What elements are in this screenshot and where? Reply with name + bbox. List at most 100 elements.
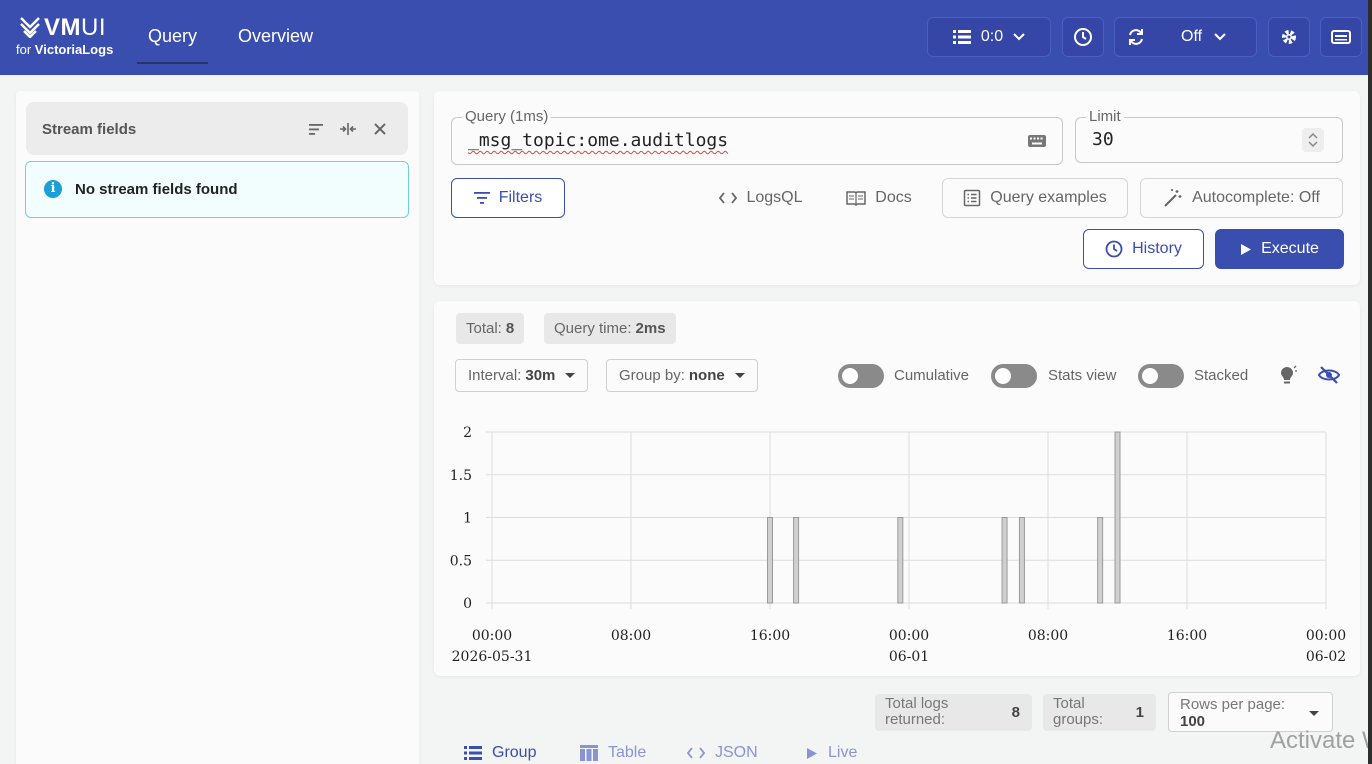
rows-per-page-select[interactable]: Rows per page: 100 xyxy=(1168,692,1333,732)
list-icon xyxy=(464,746,482,760)
tab-json[interactable]: JSON xyxy=(687,744,758,762)
hits-chart-panel: Total: 8 Query time: 2ms Interval: 30m G… xyxy=(434,301,1360,676)
y-tick-label: 0.5 xyxy=(450,553,472,569)
query-field[interactable]: Query (1ms) _msg_topic:ome.auditlogs xyxy=(451,108,1063,165)
filters-button[interactable]: Filters xyxy=(451,178,565,218)
info-alert: i No stream fields found xyxy=(25,161,409,218)
total-groups-box: Total groups: 1 xyxy=(1043,694,1156,731)
refresh-value: Off xyxy=(1181,28,1203,45)
chevron-down-icon xyxy=(1013,33,1025,41)
keyboard-icon[interactable] xyxy=(1028,134,1046,153)
execute-button[interactable]: Execute xyxy=(1215,229,1344,269)
hits-bar-chart: 21.510.5000:002026-05-3108:00 16:00 00:000… xyxy=(450,425,1346,665)
stream-fields-title: Stream fields xyxy=(42,121,137,138)
play-icon xyxy=(1241,243,1252,255)
list-icon xyxy=(952,30,971,44)
docs-link[interactable]: Docs xyxy=(834,178,924,218)
chart-bar xyxy=(767,517,773,604)
execute-label: Execute xyxy=(1261,240,1319,257)
tab-group[interactable]: Group xyxy=(464,744,536,762)
tab-table-label: Table xyxy=(608,744,647,761)
chart-bar xyxy=(1114,431,1121,604)
vmui-logo[interactable]: VMUI for VictoriaLogs xyxy=(16,14,126,62)
settings-button[interactable] xyxy=(1268,17,1310,57)
x-tick-label: 16:00 xyxy=(750,628,790,644)
total-logs-label: Total logs returned: xyxy=(885,695,949,728)
query-examples-label: Query examples xyxy=(990,189,1107,206)
chart-bar xyxy=(897,517,904,604)
query-input[interactable]: _msg_topic:ome.auditlogs xyxy=(468,130,728,151)
tab-overview[interactable]: Overview xyxy=(238,26,313,47)
limit-stepper[interactable] xyxy=(1302,128,1324,152)
caret-down-icon xyxy=(1309,711,1319,716)
page-scrollbar[interactable] xyxy=(1368,0,1372,764)
chevron-down-icon xyxy=(1214,33,1226,41)
time-range-button[interactable] xyxy=(1062,17,1104,57)
list-box-icon xyxy=(964,189,981,207)
query-examples-button[interactable]: Query examples xyxy=(942,178,1128,218)
collapse-icon[interactable] xyxy=(339,120,357,138)
clock-icon xyxy=(1074,28,1092,46)
logsql-label: LogsQL xyxy=(746,189,803,206)
stream-fields-header: Stream fields xyxy=(26,102,408,155)
y-tick-label: 1 xyxy=(463,511,472,527)
code-icon xyxy=(719,192,738,204)
docs-label: Docs xyxy=(875,189,912,206)
chart-bar xyxy=(1001,517,1008,604)
logo-text: VMUI xyxy=(44,14,106,41)
y-tick-label: 1.5 xyxy=(450,468,472,484)
top-header: VMUI for VictoriaLogs Query Overview 0:0… xyxy=(0,0,1372,75)
logsql-link[interactable]: LogsQL xyxy=(706,178,816,218)
x-tick-label: 16:00 xyxy=(1167,628,1207,644)
auto-refresh-select[interactable]: Off xyxy=(1114,17,1257,57)
limit-field[interactable]: Limit 30 xyxy=(1075,108,1343,163)
limit-label: Limit xyxy=(1086,108,1124,125)
refresh-icon xyxy=(1129,29,1143,45)
tab-json-label: JSON xyxy=(715,744,758,761)
info-message: No stream fields found xyxy=(75,181,238,198)
clock-icon xyxy=(1105,240,1123,258)
play-icon xyxy=(807,747,817,759)
table-icon xyxy=(580,745,598,761)
book-icon xyxy=(846,191,867,206)
logo-subtitle: for VictoriaLogs xyxy=(16,42,114,57)
query-label: Query (1ms) xyxy=(462,108,552,125)
history-button[interactable]: History xyxy=(1083,229,1204,269)
tab-table[interactable]: Table xyxy=(580,744,646,762)
x-date-label: 2026-05-31 xyxy=(452,649,533,665)
magic-wand-icon xyxy=(1164,189,1182,207)
activate-windows-watermark: Activate W xyxy=(1270,727,1372,754)
limit-input[interactable]: 30 xyxy=(1092,129,1114,150)
autocomplete-label: Autocomplete: Off xyxy=(1192,189,1320,206)
rows-per-page-label: Rows per page: xyxy=(1180,696,1286,713)
total-groups-value: 1 xyxy=(1135,704,1144,721)
x-tick-label: 08:00 xyxy=(611,628,651,644)
stream-fields-panel: Stream fields i No stream fields found xyxy=(16,91,419,764)
x-tick-label: 00:00 xyxy=(472,628,512,644)
info-icon: i xyxy=(44,180,62,198)
autocomplete-toggle[interactable]: Autocomplete: Off xyxy=(1140,178,1343,218)
code-icon xyxy=(687,747,705,759)
close-icon[interactable] xyxy=(371,120,389,138)
y-tick-label: 2 xyxy=(463,425,472,441)
x-tick-label: 00:00 xyxy=(1306,628,1346,644)
total-logs-value: 8 xyxy=(1011,704,1020,721)
sidebar-toggle-button[interactable] xyxy=(1320,17,1362,57)
filters-label: Filters xyxy=(498,189,543,206)
x-tick-label: 08:00 xyxy=(1028,628,1068,644)
tab-query[interactable]: Query xyxy=(136,26,209,64)
filter-icon xyxy=(473,192,490,204)
query-panel: Query (1ms) _msg_topic:ome.auditlogs Lim… xyxy=(434,91,1360,285)
tab-group-label: Group xyxy=(492,744,537,761)
sort-icon[interactable] xyxy=(307,120,325,138)
tenant-value: 0:0 xyxy=(980,28,1004,45)
tenant-select[interactable]: 0:0 xyxy=(927,17,1051,57)
keyboard-icon xyxy=(1331,30,1351,44)
chart-bar xyxy=(1018,517,1025,604)
y-tick-label: 0 xyxy=(463,596,472,612)
tab-live-label: Live xyxy=(828,744,858,761)
history-label: History xyxy=(1132,240,1182,257)
tab-live[interactable]: Live xyxy=(806,744,857,762)
x-date-label: 06-02 xyxy=(1306,649,1346,665)
victoria-logo-icon xyxy=(20,16,40,44)
